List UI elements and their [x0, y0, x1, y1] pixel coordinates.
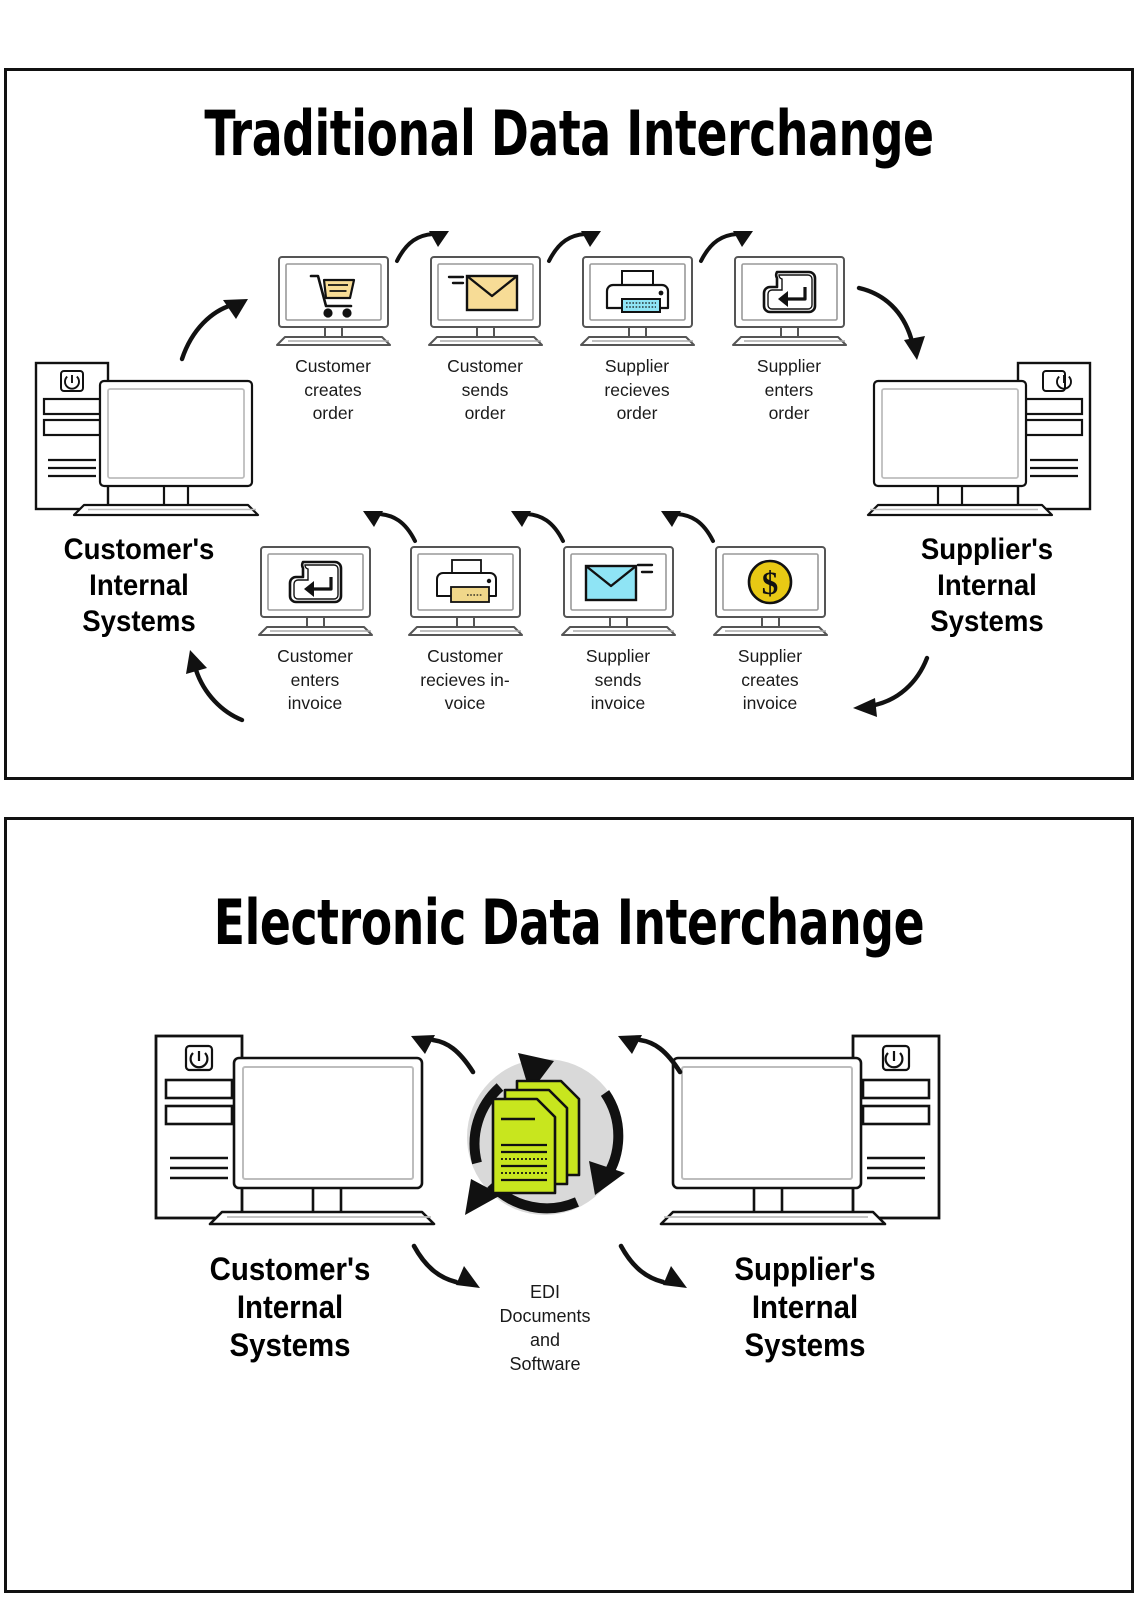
flow-arrow-send-to-recieve-invoice	[505, 505, 567, 547]
step-supplier-sends-invoice: Supplier sends invoice	[543, 545, 693, 716]
flow-arrow-to-supplier-systems	[855, 280, 945, 365]
step-customer-creates-order: Customer creates order	[258, 255, 408, 426]
step-supplier-recieves-order: Supplier recieves order	[562, 255, 712, 426]
edi-arrow-in-from-customer	[408, 1238, 488, 1293]
desktop-computer-icon	[659, 1034, 941, 1226]
supplier-internal-systems-label: Supplier's Internal Systems	[920, 533, 1054, 638]
supplier-internal-systems-electronic: Supplier's Internal Systems	[655, 1030, 955, 1364]
panel-title-traditional: Traditional Data Interchange	[204, 97, 934, 170]
customer-internal-systems-traditional: Customer's Internal Systems	[14, 357, 264, 640]
svg-text:$: $	[761, 566, 778, 602]
desktop-computer-icon	[154, 1034, 436, 1226]
edi-hub-label: EDI Documents and Software	[499, 1282, 591, 1374]
edi-arrow-out-to-supplier	[612, 1030, 687, 1080]
flow-arrow-create-to-send-invoice	[655, 505, 717, 547]
edi-arrow-in-from-supplier	[615, 1238, 695, 1293]
flow-arrow-to-customer-systems	[170, 650, 260, 725]
step-label: Supplier sends invoice	[585, 646, 651, 713]
desktop-computer-icon	[34, 361, 260, 517]
step-label: Customer creates order	[295, 356, 371, 423]
customer-internal-systems-electronic: Customer's Internal Systems	[140, 1030, 440, 1364]
step-customer-sends-order: Customer sends order	[410, 255, 560, 426]
step-label: Supplier creates invoice	[737, 646, 803, 713]
step-supplier-enters-order: Supplier enters order	[714, 255, 864, 426]
dollar-coin-icon: $	[747, 559, 792, 605]
edi-documents-icon	[465, 1053, 625, 1215]
flow-arrow-recieve-to-enter	[697, 225, 759, 267]
panel-title-electronic: Electronic Data Interchange	[213, 886, 925, 959]
supplier-internal-systems-traditional: Supplier's Internal Systems	[862, 357, 1112, 640]
customer-internal-systems-label-electronic: Customer's Internal Systems	[209, 1251, 371, 1363]
edi-arrow-out-to-customer	[405, 1030, 480, 1080]
step-label: Customer recieves in- voice	[420, 646, 510, 713]
step-supplier-creates-invoice: $ Supplier creates invoice	[695, 545, 845, 716]
edi-documents-hub	[455, 1045, 635, 1225]
supplier-internal-systems-label-electronic: Supplier's Internal Systems	[734, 1251, 876, 1363]
flow-arrow-to-create-order	[170, 285, 260, 365]
step-customer-recieves-invoice: Customer recieves in- voice	[390, 545, 540, 716]
step-label: Customer sends order	[447, 356, 523, 423]
step-label: Supplier enters order	[756, 356, 822, 423]
customer-internal-systems-label: Customer's Internal Systems	[63, 533, 215, 638]
flow-arrow-send-to-recieve	[545, 225, 607, 267]
step-customer-enters-invoice: Customer enters invoice	[240, 545, 390, 716]
infographic-page: Traditional Data Interchange Customer's …	[0, 0, 1138, 1600]
flow-arrow-create-to-send	[393, 225, 455, 267]
flow-arrow-supplier-to-create-invoice	[845, 650, 935, 720]
flow-arrow-recieve-to-enter-invoice	[357, 505, 419, 547]
step-label: Customer enters invoice	[277, 646, 353, 713]
desktop-computer-icon	[866, 361, 1092, 517]
step-label: Supplier recieves order	[604, 356, 670, 423]
